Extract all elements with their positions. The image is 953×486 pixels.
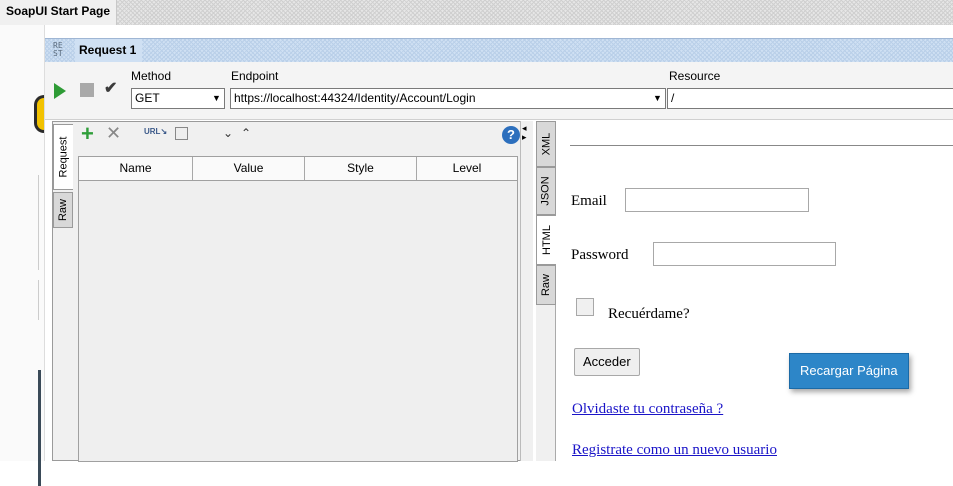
endpoint-value: https://localhost:44324/Identity/Account… <box>234 91 476 105</box>
chevron-down-icon[interactable] <box>650 89 665 108</box>
request-window-title: Request 1 <box>75 39 143 62</box>
request-parameters-panel: Request Raw + ✕ URL↘ ⌄ ⌃ ? Name Value St… <box>52 121 523 462</box>
panel-splitter[interactable]: ◂ ▸ <box>520 121 533 461</box>
move-down-icon[interactable]: ⌄ <box>223 126 233 140</box>
divider <box>38 280 39 320</box>
rest-icon: RE ST <box>53 41 63 58</box>
soapui-logo-icon <box>34 95 44 133</box>
table-header: Name Value Style Level <box>79 157 517 181</box>
endpoint-label: Endpoint <box>231 69 279 83</box>
login-button[interactable]: Acceder <box>574 348 640 376</box>
email-field[interactable] <box>625 188 809 212</box>
add-parameter-icon[interactable]: + <box>81 121 94 147</box>
tab-request[interactable]: Request <box>53 124 73 190</box>
tab-html[interactable]: HTML <box>536 215 556 265</box>
endpoint-dropdown[interactable] <box>649 88 666 109</box>
html-response-view: Email Password Recuérdame? Acceder Olvid… <box>556 121 953 461</box>
request-window-titlebar[interactable]: RE ST Request 1 <box>45 38 953 62</box>
start-page-tab[interactable]: SoapUI Start Page <box>0 0 118 25</box>
resource-input[interactable]: / <box>667 88 953 109</box>
collapse-right-icon[interactable]: ▸ <box>522 133 527 142</box>
chevron-down-icon[interactable] <box>209 89 224 108</box>
url-encode-icon[interactable]: URL↘ <box>144 127 167 136</box>
column-header-name[interactable]: Name <box>79 157 193 180</box>
method-select[interactable]: GET <box>131 88 225 109</box>
column-header-value[interactable]: Value <box>193 157 305 180</box>
parameters-table: Name Value Style Level <box>78 156 518 462</box>
divider <box>570 145 953 146</box>
tab-json[interactable]: JSON <box>536 167 556 215</box>
collapse-left-icon[interactable]: ◂ <box>522 124 527 133</box>
divider <box>38 175 39 270</box>
start-page-tab-strip: SoapUI Start Page <box>0 0 953 25</box>
resource-label: Resource <box>669 69 721 83</box>
move-up-icon[interactable]: ⌃ <box>241 126 251 140</box>
register-link[interactable]: Registrate como un nuevo usuario <box>572 442 777 459</box>
resource-value: / <box>671 91 675 105</box>
password-field[interactable] <box>653 242 836 266</box>
parameters-toolbar: + ✕ URL↘ ⌄ ⌃ <box>77 121 523 152</box>
side-bar <box>38 370 41 486</box>
remove-parameter-icon[interactable]: ✕ <box>106 123 121 144</box>
play-icon[interactable] <box>54 83 66 99</box>
method-value: GET <box>135 91 160 105</box>
column-header-level[interactable]: Level <box>417 157 517 180</box>
email-label: Email <box>571 193 607 209</box>
request-toolbar: ✔ Method GET Endpoint https://localhost:… <box>45 62 953 120</box>
password-label: Password <box>571 247 629 263</box>
tab-raw-response[interactable]: Raw <box>536 265 556 305</box>
column-header-style[interactable]: Style <box>305 157 417 180</box>
remember-label: Recuérdame? <box>608 306 690 322</box>
help-icon[interactable]: ? <box>502 126 520 144</box>
method-label: Method <box>131 69 172 83</box>
create-test-case-icon[interactable]: ✔ <box>104 78 117 98</box>
tab-raw[interactable]: Raw <box>53 192 73 228</box>
remember-checkbox[interactable] <box>576 298 594 316</box>
endpoint-input[interactable]: https://localhost:44324/Identity/Account… <box>230 88 665 109</box>
stop-icon[interactable] <box>80 83 94 97</box>
tab-xml[interactable]: XML <box>536 121 556 167</box>
reload-page-menu-item[interactable]: Recargar Página <box>789 353 909 389</box>
background-panel <box>0 25 45 486</box>
clear-icon[interactable] <box>175 127 188 140</box>
forgot-password-link[interactable]: Olvidaste tu contraseña ? <box>572 401 723 418</box>
response-tabs: XML JSON HTML Raw <box>536 121 556 461</box>
